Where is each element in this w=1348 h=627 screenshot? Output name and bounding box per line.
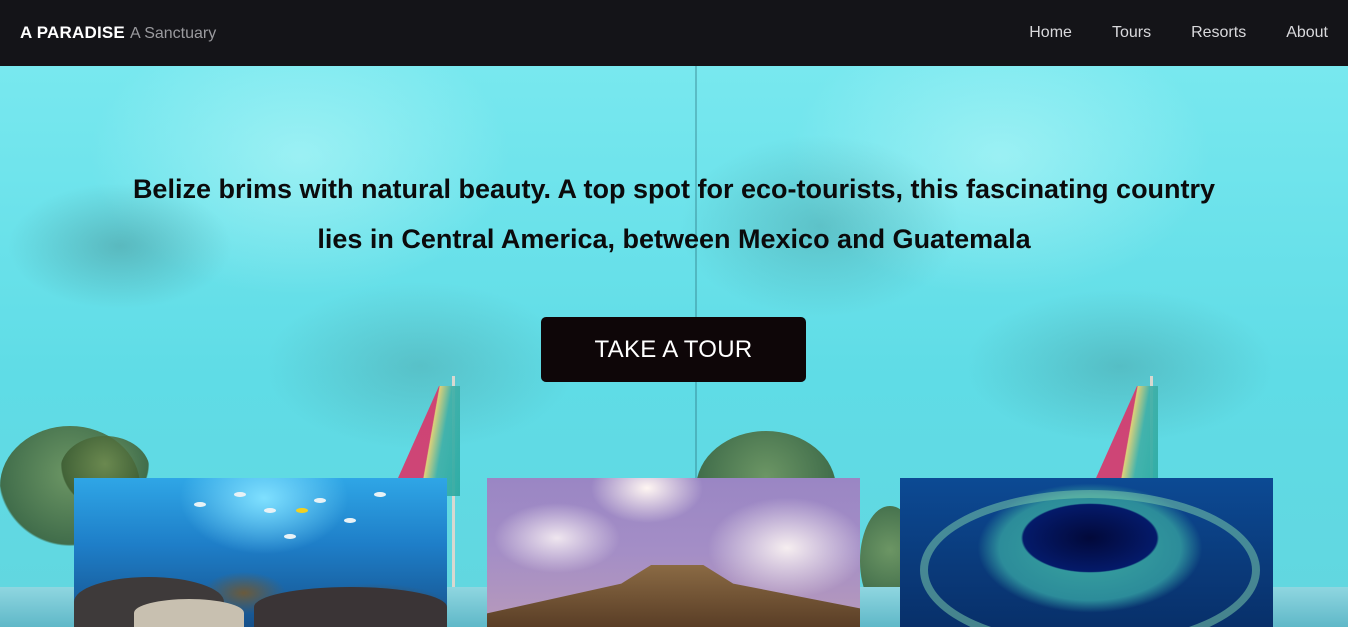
fish-shape bbox=[296, 508, 308, 513]
fish-shape bbox=[374, 492, 386, 497]
main-nav: Home Tours Resorts About bbox=[1009, 0, 1328, 66]
coral-reef-image[interactable] bbox=[74, 478, 447, 627]
background-seam bbox=[695, 66, 697, 486]
brand-title[interactable]: A PARADISE bbox=[20, 23, 125, 43]
brand-subtitle: A Sanctuary bbox=[129, 25, 217, 42]
fish-shape bbox=[314, 498, 326, 503]
reef-ring-shape bbox=[920, 490, 1260, 627]
fish-shape bbox=[344, 518, 356, 523]
nav-link-tours[interactable]: Tours bbox=[1092, 0, 1171, 66]
hero-headline: Belize brims with natural beauty. A top … bbox=[132, 174, 1216, 254]
brand[interactable]: A PARADISE A Sanctuary bbox=[20, 23, 216, 43]
coral-shape bbox=[134, 599, 244, 627]
hero-section: Belize brims with natural beauty. A top … bbox=[0, 66, 1348, 627]
navbar: A PARADISE A Sanctuary Home Tours Resort… bbox=[0, 0, 1348, 66]
mayan-pyramid-image[interactable] bbox=[487, 478, 860, 627]
fish-shape bbox=[284, 534, 296, 539]
pyramid-shape bbox=[487, 565, 860, 627]
nav-link-home[interactable]: Home bbox=[1009, 0, 1092, 66]
fish-shape bbox=[264, 508, 276, 513]
nav-link-resorts[interactable]: Resorts bbox=[1171, 0, 1266, 66]
coral-shape bbox=[254, 587, 447, 627]
great-blue-hole-image[interactable] bbox=[900, 478, 1273, 627]
take-a-tour-button[interactable]: TAKE A TOUR bbox=[541, 317, 806, 382]
fish-shape bbox=[234, 492, 246, 497]
nav-link-about[interactable]: About bbox=[1266, 0, 1328, 66]
fish-shape bbox=[194, 502, 206, 507]
